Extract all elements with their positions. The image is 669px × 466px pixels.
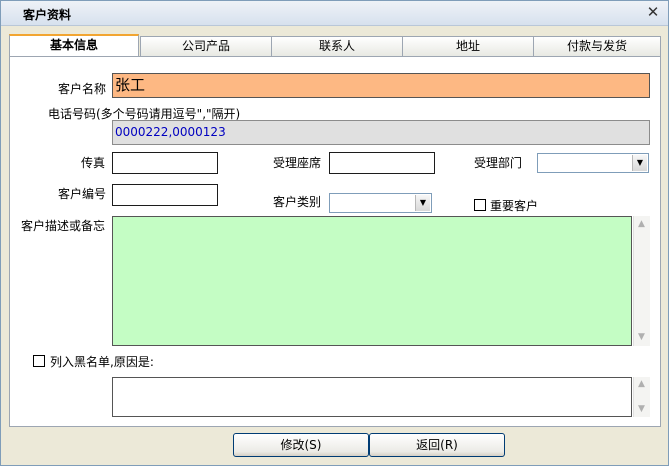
dept-select[interactable]: ▼ [537, 153, 649, 173]
scroll-up-icon[interactable]: ▲ [635, 218, 648, 231]
blacklist-label: 列入黑名单,原因是: [50, 355, 154, 369]
chevron-down-icon[interactable]: ▼ [632, 155, 647, 171]
important-customer-checkbox[interactable] [474, 199, 486, 211]
customer-name-field[interactable]: 张工 [112, 73, 650, 98]
fax-field[interactable] [112, 152, 218, 174]
tab-address[interactable]: 地址 [402, 36, 534, 56]
customer-type-select[interactable]: ▼ [329, 193, 432, 213]
tab-bar: 基本信息 公司产品 联系人 地址 付款与发货 [9, 34, 661, 57]
tab-contacts[interactable]: 联系人 [271, 36, 403, 56]
customer-no-field[interactable] [112, 184, 218, 206]
tab-payment-shipping[interactable]: 付款与发货 [533, 36, 661, 56]
memo-textarea[interactable] [112, 216, 632, 346]
phone-field[interactable]: 0000222,0000123 [112, 120, 650, 145]
tab-company-products[interactable]: 公司产品 [140, 36, 272, 56]
customer-name-label: 客户名称 [58, 82, 107, 96]
customer-info-window: 客户资料 ✕ 基本信息 公司产品 联系人 地址 付款与发货 客户名称 张工 电话… [0, 0, 669, 466]
blacklist-reason-textarea[interactable] [112, 377, 632, 417]
blacklist-checkbox[interactable] [33, 355, 45, 367]
window-title: 客户资料 [23, 8, 72, 22]
modify-button[interactable]: 修改(S) [233, 433, 369, 457]
customer-no-label: 客户编号 [58, 187, 107, 201]
reason-scrollbar[interactable]: ▲ ▼ [633, 377, 650, 417]
fax-label: 传真 [81, 156, 106, 170]
scroll-down-icon[interactable]: ▼ [635, 403, 648, 416]
scroll-up-icon[interactable]: ▲ [635, 378, 648, 391]
dept-label: 受理部门 [474, 156, 523, 170]
close-icon[interactable]: ✕ [644, 3, 662, 21]
scroll-down-icon[interactable]: ▼ [635, 331, 648, 344]
customer-type-label: 客户类别 [273, 195, 322, 209]
chevron-down-icon[interactable]: ▼ [415, 195, 430, 211]
agent-seat-field[interactable] [329, 152, 435, 174]
back-button[interactable]: 返回(R) [369, 433, 505, 457]
memo-label: 客户描述或备忘 [21, 219, 106, 233]
title-bar: 客户资料 ✕ [1, 1, 668, 26]
important-customer-label: 重要客户 [490, 199, 539, 213]
tab-basic-info[interactable]: 基本信息 [9, 34, 139, 57]
agent-seat-label: 受理座席 [273, 156, 322, 170]
memo-scrollbar[interactable]: ▲ ▼ [633, 216, 650, 346]
